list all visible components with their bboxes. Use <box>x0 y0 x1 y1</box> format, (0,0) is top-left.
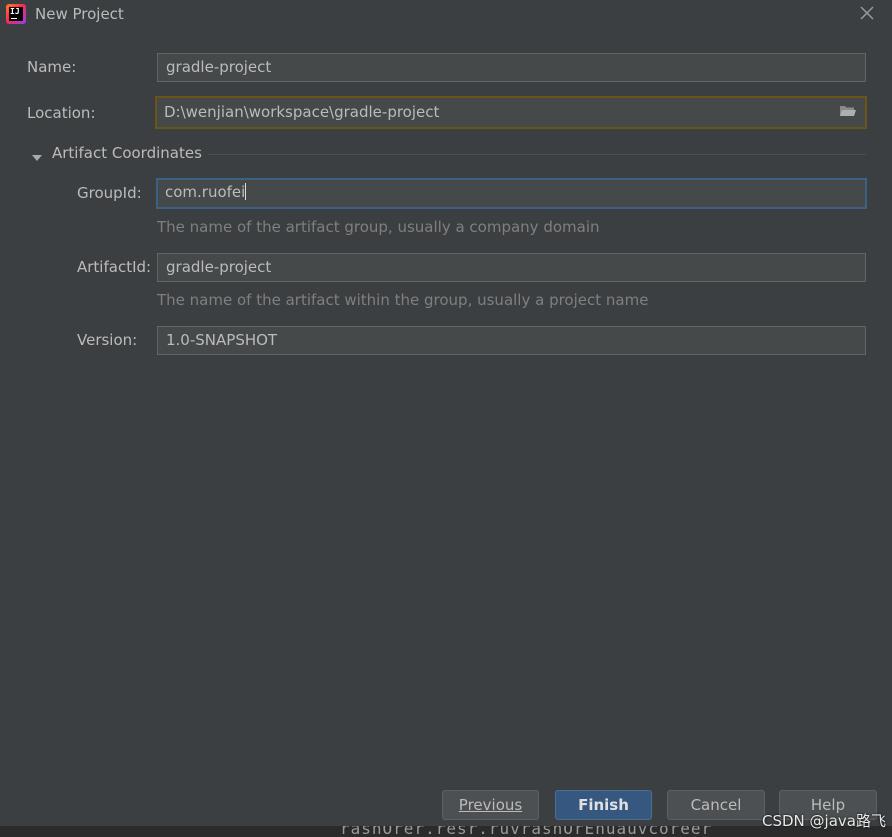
artifactid-label: ArtifactId: <box>77 258 152 276</box>
triangle-down-icon[interactable] <box>31 149 43 161</box>
previous-button[interactable]: Previous <box>442 790 539 820</box>
background-editor-strip: rasnOrer.resr.ruvrasnOrEnuauvcoreer <box>0 826 892 837</box>
window-title: New Project <box>35 5 124 23</box>
text-caret <box>245 183 247 200</box>
groupid-hint: The name of the artifact group, usually … <box>157 218 600 236</box>
folder-icon[interactable] <box>839 104 857 118</box>
finish-button-label: Finish <box>578 796 629 814</box>
artifact-coordinates-toggle[interactable]: Artifact Coordinates <box>52 144 202 162</box>
groupid-field[interactable]: com.ruofei <box>156 178 867 209</box>
location-field[interactable]: D:\wenjian\workspace\gradle-project <box>155 96 867 129</box>
artifactid-field-value: gradle-project <box>166 258 272 276</box>
version-field-value: 1.0-SNAPSHOT <box>166 331 278 349</box>
close-icon[interactable] <box>857 3 877 23</box>
intellij-app-icon: IJ <box>6 4 26 24</box>
section-divider <box>208 154 866 155</box>
location-label: Location: <box>27 104 96 122</box>
background-text: rasnOrer.resr.ruvrasnOrEnuauvcoreer <box>340 826 713 837</box>
csdn-watermark: CSDN @java路飞 <box>762 812 886 830</box>
cancel-button[interactable]: Cancel <box>667 790 765 820</box>
groupid-field-value: com.ruofei <box>165 183 246 201</box>
name-field[interactable]: gradle-project <box>157 53 866 82</box>
version-label: Version: <box>77 331 138 349</box>
previous-button-label: Previous <box>458 796 523 814</box>
artifactid-field[interactable]: gradle-project <box>157 253 866 282</box>
version-field[interactable]: 1.0-SNAPSHOT <box>157 326 866 355</box>
finish-button[interactable]: Finish <box>555 790 652 820</box>
artifactid-hint: The name of the artifact within the grou… <box>157 291 649 309</box>
location-field-value: D:\wenjian\workspace\gradle-project <box>164 103 440 121</box>
name-field-value: gradle-project <box>166 58 272 76</box>
cancel-button-label: Cancel <box>690 796 742 814</box>
title-bar: IJ New Project <box>0 0 892 30</box>
name-label: Name: <box>27 58 77 76</box>
groupid-label: GroupId: <box>77 184 142 202</box>
